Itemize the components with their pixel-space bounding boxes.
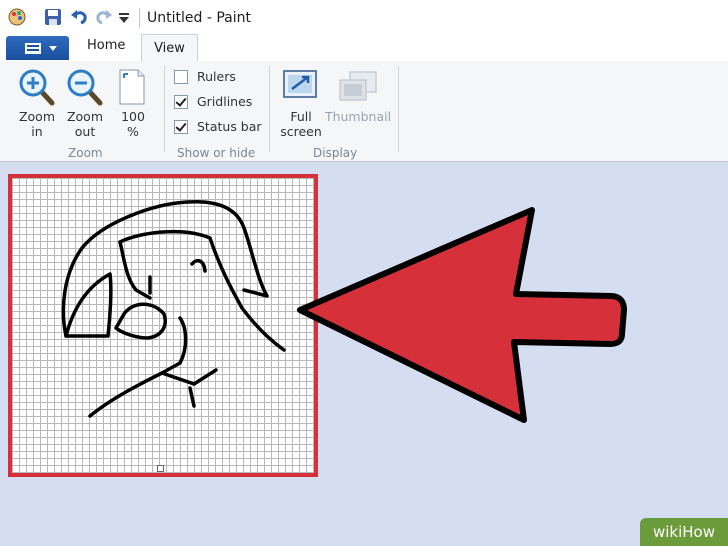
pointer-arrow-annotation xyxy=(297,207,627,423)
red-arrow-icon xyxy=(297,207,627,423)
wikihow-watermark: wikiHow xyxy=(640,518,728,546)
